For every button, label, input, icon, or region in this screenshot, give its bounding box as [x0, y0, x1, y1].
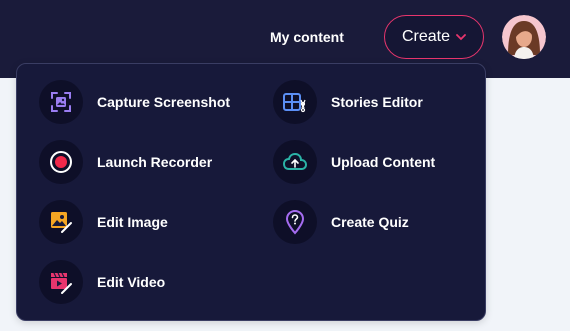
menu-item-label: Edit Video — [97, 274, 166, 290]
menu-item-label: Capture Screenshot — [97, 94, 231, 110]
quiz-icon — [273, 200, 317, 244]
menu-item-create-quiz[interactable]: Create Quiz — [273, 200, 409, 244]
menu-item-label: Launch Recorder — [97, 154, 213, 170]
capture-screenshot-icon — [39, 80, 83, 124]
menu-item-label: Stories Editor — [331, 94, 423, 110]
my-content-link[interactable]: My content — [270, 29, 344, 45]
create-button[interactable]: Create — [384, 15, 484, 59]
create-dropdown-menu: Capture Screenshot Stories Editor Launch… — [16, 63, 486, 321]
menu-item-label: Edit Image — [97, 214, 168, 230]
menu-item-capture-screenshot[interactable]: Capture Screenshot — [39, 80, 230, 124]
stories-editor-icon — [273, 80, 317, 124]
upload-cloud-icon — [273, 140, 317, 184]
menu-item-upload-content[interactable]: Upload Content — [273, 140, 435, 184]
record-icon — [39, 140, 83, 184]
menu-item-launch-recorder[interactable]: Launch Recorder — [39, 140, 212, 184]
edit-image-icon — [39, 200, 83, 244]
user-avatar[interactable] — [502, 15, 546, 59]
menu-item-label: Upload Content — [331, 154, 436, 170]
chevron-down-icon — [456, 34, 466, 41]
edit-video-icon — [39, 260, 83, 304]
create-button-label: Create — [401, 28, 451, 45]
menu-item-label: Create Quiz — [331, 214, 409, 230]
menu-item-edit-video[interactable]: Edit Video — [39, 260, 165, 304]
menu-item-edit-image[interactable]: Edit Image — [39, 200, 168, 244]
menu-item-stories-editor[interactable]: Stories Editor — [273, 80, 423, 124]
